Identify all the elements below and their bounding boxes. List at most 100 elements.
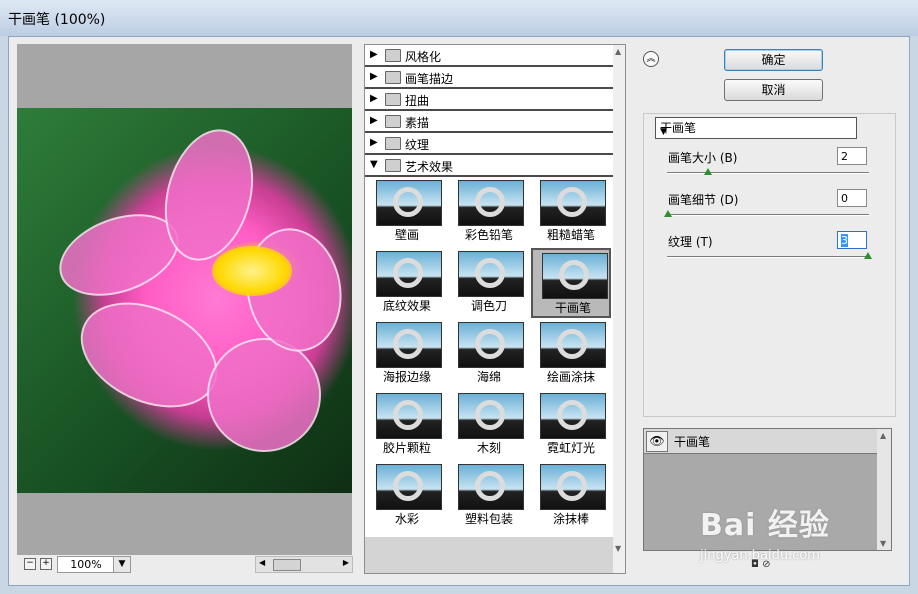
eye-icon[interactable]: 👁 — [646, 431, 668, 452]
preview-hscrollbar[interactable]: ◀ ▶ — [255, 556, 353, 573]
window-title: 干画笔 (100%) — [8, 12, 106, 28]
collapsed-triangle-icon[interactable]: ▶ — [370, 115, 378, 126]
folder-icon — [385, 71, 401, 84]
scroll-left-icon[interactable]: ◀ — [259, 558, 265, 567]
zoom-in-button[interactable]: + — [40, 558, 52, 570]
param-label: 画笔细节 (D) — [668, 193, 739, 207]
filter-thumbnail[interactable]: 底纹效果 — [367, 248, 447, 318]
filter-preview-image — [542, 253, 608, 299]
filter-thumbnail[interactable]: 壁画 — [367, 177, 447, 247]
category-label: 素描 — [405, 116, 430, 130]
category-row[interactable]: ▶ 扭曲 — [365, 89, 613, 111]
cancel-button[interactable]: 取消 — [724, 79, 823, 101]
category-row[interactable]: ▼ 艺术效果 — [365, 155, 613, 177]
filter-gallery: ▶ 风格化 ▶ 画笔描边 ▶ 扭曲 ▶ 素描 ▶ 纹理 ▼ 艺术效果 壁画 彩色铅笔 粗糙蜡笔底纹效果 调色… — [364, 44, 626, 574]
filter-thumbnail[interactable]: 涂抹棒 — [531, 461, 611, 531]
param-value: 3 — [841, 234, 848, 247]
scroll-thumb[interactable] — [273, 559, 301, 571]
param-slider-knob[interactable] — [864, 252, 872, 259]
layers-scrollbar[interactable]: ▲ ▼ — [877, 429, 891, 550]
param-value-input[interactable]: 0 — [837, 189, 867, 207]
filter-preview-image — [458, 322, 524, 368]
param-value-input[interactable]: 2 — [837, 147, 867, 165]
filter-thumbnail[interactable]: 胶片颗粒 — [367, 390, 447, 460]
category-label: 画笔描边 — [405, 72, 454, 86]
filter-thumbnail[interactable]: 彩色铅笔 — [449, 177, 529, 247]
param-value: 0 — [841, 192, 848, 205]
param-slider-track[interactable] — [667, 172, 869, 174]
filter-thumbnail[interactable]: 调色刀 — [449, 248, 529, 318]
filter-preview-image — [376, 322, 442, 368]
filter-preview-image — [540, 464, 606, 510]
param-slider-knob[interactable] — [704, 168, 712, 175]
filter-preview-image — [458, 464, 524, 510]
filter-label: 绘画涂抹 — [546, 370, 595, 384]
filter-label: 霓虹灯光 — [546, 441, 595, 455]
param-slider-knob[interactable] — [664, 210, 672, 217]
filter-label: 壁画 — [394, 228, 419, 242]
filter-label: 海绵 — [476, 370, 501, 384]
filter-preview-image — [376, 393, 442, 439]
filter-label: 木刻 — [476, 441, 501, 455]
category-row[interactable]: ▶ 纹理 — [365, 133, 613, 155]
collapsed-triangle-icon[interactable]: ▶ — [370, 71, 378, 82]
folder-icon — [385, 93, 401, 106]
param-slider-track[interactable] — [667, 256, 869, 258]
category-label: 艺术效果 — [405, 160, 454, 174]
param-slider-track[interactable] — [667, 214, 869, 216]
filter-preview-image — [376, 464, 442, 510]
filter-select[interactable]: 干画笔 ▼ — [655, 117, 857, 139]
filter-thumbnail[interactable]: 绘画涂抹 — [531, 319, 611, 389]
folder-icon — [385, 115, 401, 128]
category-label: 扭曲 — [405, 94, 430, 108]
filter-preview-image — [458, 393, 524, 439]
category-row[interactable]: ▶ 素描 — [365, 111, 613, 133]
param-label: 画笔大小 (B) — [668, 151, 738, 165]
category-row[interactable]: ▶ 风格化 — [365, 45, 613, 67]
filter-thumbnail[interactable]: 海绵 — [449, 319, 529, 389]
category-label: 风格化 — [405, 50, 442, 64]
filter-thumbnail[interactable]: 海报边缘 — [367, 319, 447, 389]
gallery-empty-area — [365, 537, 613, 573]
zoom-bar: − + 100% ▼ ◀ ▶ — [17, 556, 353, 573]
scroll-up-icon[interactable]: ▲ — [615, 47, 621, 56]
filter-thumbnail[interactable]: 塑料包装 — [449, 461, 529, 531]
collapsed-triangle-icon[interactable]: ▶ — [370, 137, 378, 148]
filter-preview-image — [376, 180, 442, 226]
scroll-down-icon[interactable]: ▼ — [615, 544, 621, 553]
scroll-down-icon[interactable]: ▼ — [880, 539, 886, 548]
zoom-level[interactable]: 100% — [57, 556, 115, 573]
filter-preview-image — [540, 393, 606, 439]
filter-label: 底纹效果 — [382, 299, 431, 313]
chevron-down-icon: ▼ — [660, 127, 667, 137]
effect-layer-row[interactable]: 👁 干画笔 — [644, 429, 877, 454]
filter-label: 彩色铅笔 — [464, 228, 513, 242]
collapse-gallery-button[interactable]: ︽ — [643, 51, 659, 67]
expanded-triangle-icon[interactable]: ▼ — [370, 159, 378, 170]
filter-thumbnail[interactable]: 霓虹灯光 — [531, 390, 611, 460]
filter-label: 粗糙蜡笔 — [546, 228, 595, 242]
ok-button[interactable]: 确定 — [724, 49, 823, 71]
category-row[interactable]: ▶ 画笔描边 — [365, 67, 613, 89]
zoom-out-button[interactable]: − — [24, 558, 36, 570]
scroll-up-icon[interactable]: ▲ — [880, 431, 886, 440]
folder-icon — [385, 49, 401, 62]
collapsed-triangle-icon[interactable]: ▶ — [370, 49, 378, 60]
filter-thumbnail[interactable]: 水彩 — [367, 461, 447, 531]
filter-preview-image — [376, 251, 442, 297]
filter-thumbnail[interactable]: 粗糙蜡笔 — [531, 177, 611, 247]
preview-pane[interactable] — [17, 44, 352, 555]
filter-label: 干画笔 — [554, 301, 591, 315]
gallery-scrollbar[interactable]: ▲ ▼ — [613, 45, 625, 573]
filter-thumbnail[interactable]: 干画笔 — [531, 248, 611, 318]
zoom-dropdown[interactable]: ▼ — [113, 556, 131, 573]
filter-preview-image — [540, 322, 606, 368]
scroll-right-icon[interactable]: ▶ — [343, 558, 349, 567]
filter-preview-image — [458, 251, 524, 297]
param-value-input[interactable]: 3 — [837, 231, 867, 249]
filter-label: 涂抹棒 — [552, 512, 589, 526]
filter-preview-image — [540, 180, 606, 226]
watermark-url: jingyan.baidu.com — [700, 548, 820, 563]
filter-thumbnail[interactable]: 木刻 — [449, 390, 529, 460]
collapsed-triangle-icon[interactable]: ▶ — [370, 93, 378, 104]
